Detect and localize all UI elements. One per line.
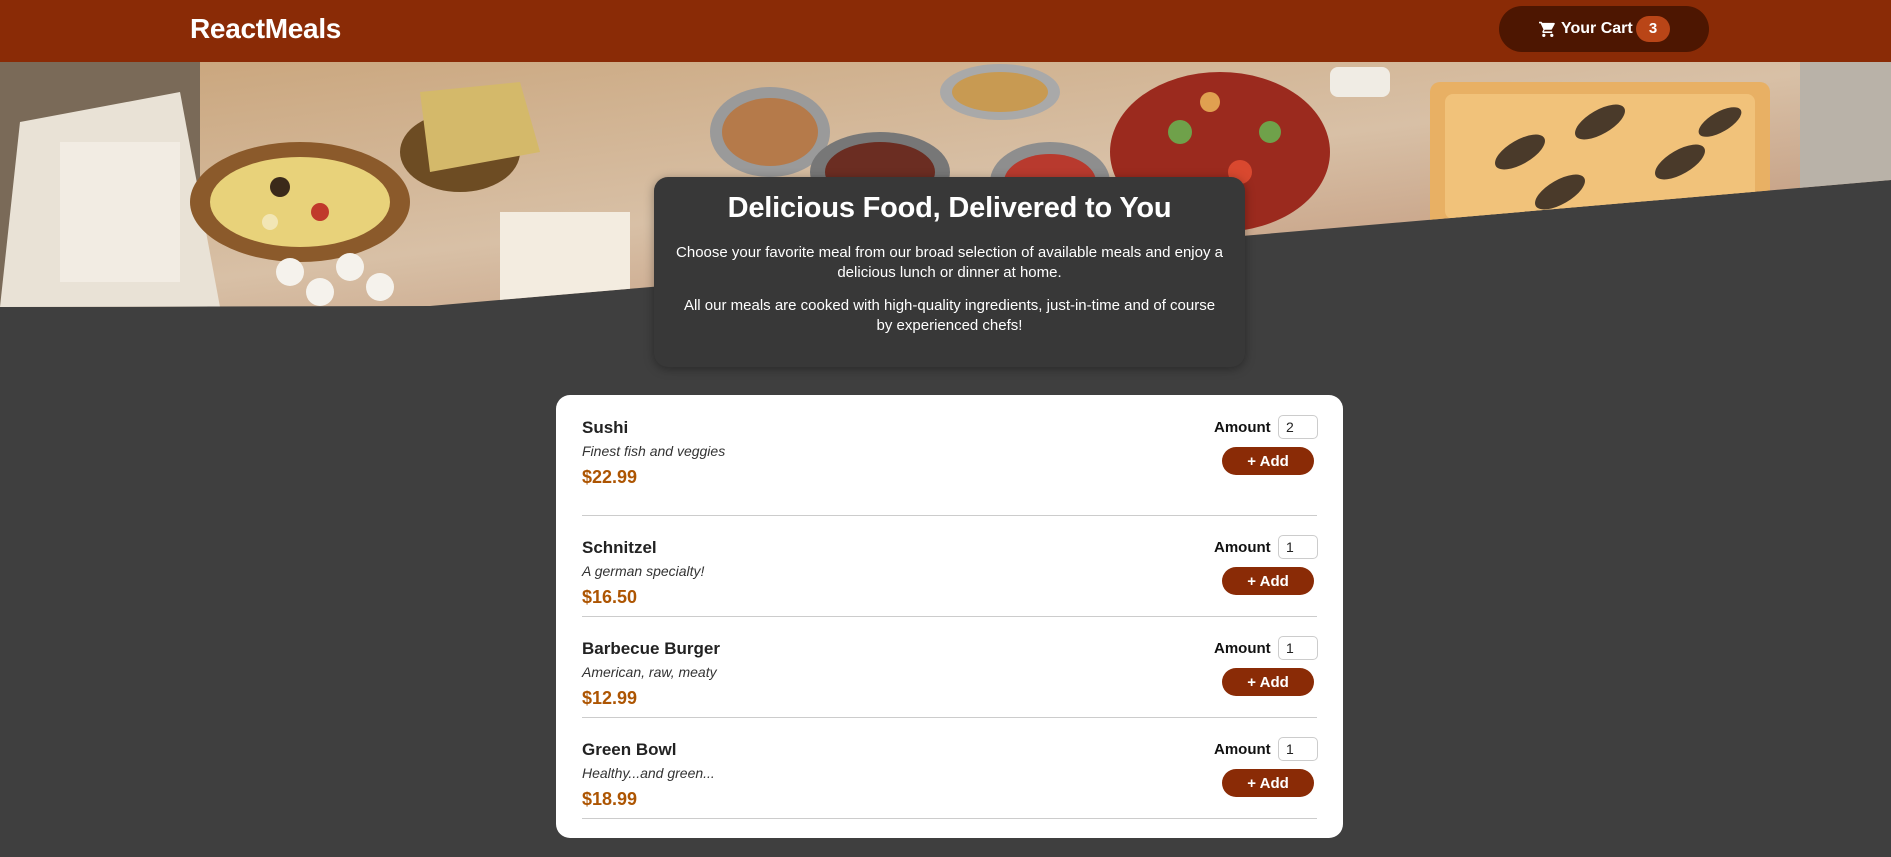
app-header: ReactMeals Your Cart 3	[0, 0, 1891, 62]
summary-paragraph-2: All our meals are cooked with high-quali…	[683, 297, 1216, 334]
cart-count-badge: 3	[1636, 16, 1670, 42]
amount-label: Amount	[1214, 741, 1271, 758]
meal-description: A german specialty!	[582, 563, 705, 579]
cart-label: Your Cart	[1561, 20, 1633, 37]
meal-description: American, raw, meaty	[582, 664, 717, 680]
meal-description: Healthy...and green...	[582, 765, 715, 781]
summary-paragraph-1: Choose your favorite meal from our broad…	[676, 244, 1223, 281]
add-to-cart-button[interactable]: + Add	[1222, 447, 1314, 475]
amount-label: Amount	[1214, 539, 1271, 556]
meal-item-green-bowl: Green Bowl Healthy...and green... $18.99…	[582, 737, 1318, 819]
amount-input[interactable]	[1278, 737, 1318, 761]
meal-name: Barbecue Burger	[582, 639, 720, 658]
meal-price: $22.99	[582, 467, 638, 487]
meal-price: $18.99	[582, 789, 638, 809]
amount-input[interactable]	[1278, 535, 1318, 559]
amount-input[interactable]	[1278, 415, 1318, 439]
shopping-cart-icon	[1539, 21, 1555, 37]
meal-price: $16.50	[582, 587, 638, 607]
add-to-cart-button[interactable]: + Add	[1222, 668, 1314, 696]
cart-button[interactable]: Your Cart 3	[1499, 6, 1709, 52]
meal-price: $12.99	[582, 688, 638, 708]
add-to-cart-button[interactable]: + Add	[1222, 567, 1314, 595]
meal-name: Sushi	[582, 418, 629, 437]
meal-item-schnitzel: Schnitzel A german specialty! $16.50 Amo…	[582, 535, 1318, 617]
amount-label: Amount	[1214, 640, 1271, 657]
meal-item-sushi: Sushi Finest fish and veggies $22.99 Amo…	[582, 415, 1318, 516]
app-logo[interactable]: ReactMeals	[190, 13, 341, 45]
summary-card: Delicious Food, Delivered to You Choose …	[654, 177, 1245, 367]
meal-item-barbecue-burger: Barbecue Burger American, raw, meaty $12…	[582, 636, 1318, 718]
meal-name: Green Bowl	[582, 740, 677, 759]
amount-input[interactable]	[1278, 636, 1318, 660]
add-to-cart-button[interactable]: + Add	[1222, 769, 1314, 797]
amount-label: Amount	[1214, 419, 1271, 436]
meal-name: Schnitzel	[582, 538, 657, 557]
summary-title: Delicious Food, Delivered to You	[727, 192, 1172, 224]
meals-list-card: Sushi Finest fish and veggies $22.99 Amo…	[556, 395, 1343, 838]
meal-description: Finest fish and veggies	[582, 443, 726, 459]
